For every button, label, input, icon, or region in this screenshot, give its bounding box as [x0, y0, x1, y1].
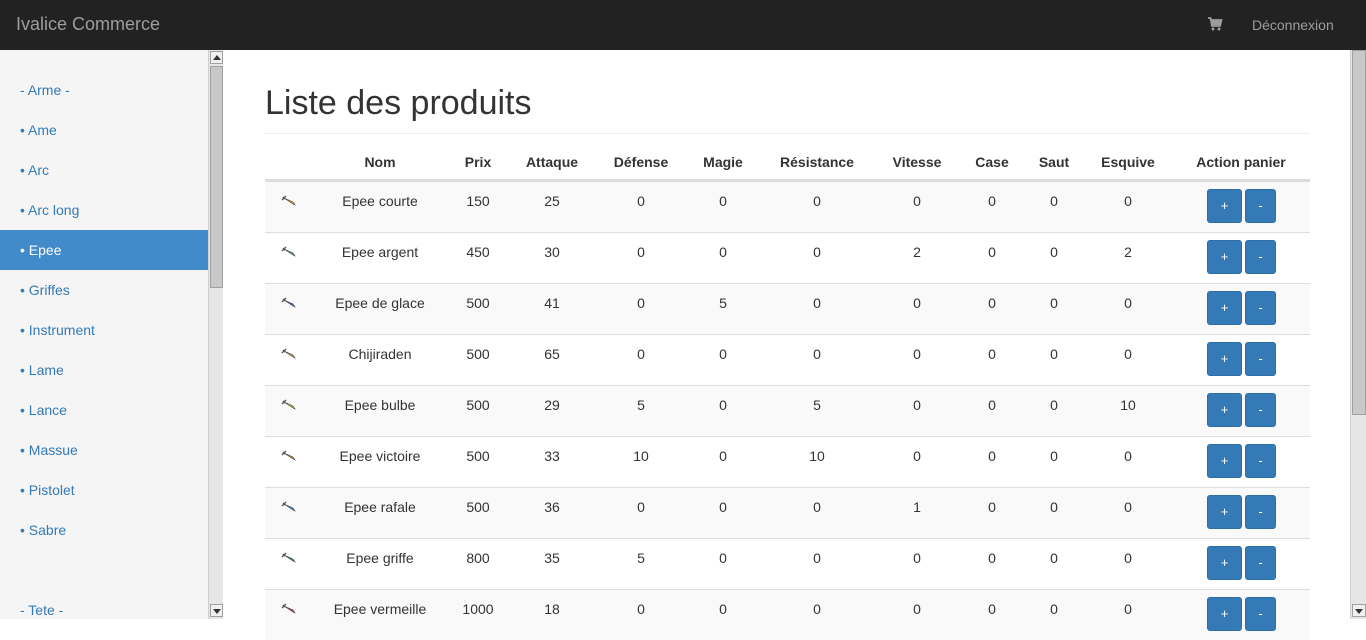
- remove-from-cart-button[interactable]: -: [1245, 342, 1276, 376]
- brand-link[interactable]: Ivalice Commerce: [16, 14, 160, 35]
- page-title: Liste des produits: [265, 84, 532, 122]
- cell-esquive: 0: [1124, 550, 1132, 566]
- sidebar-item-pistolet[interactable]: • Pistolet: [0, 470, 208, 510]
- remove-from-cart-button[interactable]: -: [1245, 495, 1276, 529]
- remove-from-cart-button[interactable]: -: [1245, 597, 1276, 631]
- sword-icon: [281, 399, 296, 410]
- add-to-cart-button[interactable]: +: [1207, 495, 1242, 529]
- sword-icon: [281, 552, 296, 563]
- sword-icon: [281, 297, 296, 308]
- sidebar-item-arc[interactable]: • Arc: [0, 150, 208, 190]
- add-to-cart-button[interactable]: +: [1207, 597, 1242, 631]
- sidebar-item-lance[interactable]: • Lance: [0, 390, 208, 430]
- sword-icon: [281, 603, 296, 614]
- table-row: Epee victoire 500 33 10 0 10 0 0 0 0 + -: [265, 436, 1310, 487]
- sidebar-item-ame[interactable]: • Ame: [0, 110, 208, 150]
- navbar: Ivalice Commerce Déconnexion: [0, 0, 1366, 50]
- remove-from-cart-button[interactable]: -: [1245, 546, 1276, 580]
- table-row: Epee argent 450 30 0 0 0 2 0 0 2 + -: [265, 232, 1310, 283]
- remove-from-cart-button[interactable]: -: [1245, 393, 1276, 427]
- add-to-cart-button[interactable]: +: [1207, 546, 1242, 580]
- add-to-cart-button[interactable]: +: [1207, 291, 1242, 325]
- cell-esquive: 0: [1124, 346, 1132, 362]
- add-to-cart-button[interactable]: +: [1207, 189, 1242, 223]
- table-row: Epee courte 150 25 0 0 0 0 0 0 0 + -: [265, 181, 1310, 232]
- table-row: Epee bulbe 500 29 5 0 5 0 0 0 10 + -: [265, 385, 1310, 436]
- table-row: Chijiraden 500 65 0 0 0 0 0 0 0 + -: [265, 334, 1310, 385]
- add-to-cart-button[interactable]: +: [1207, 444, 1242, 478]
- sidebar-item-griffes[interactable]: • Griffes: [0, 270, 208, 310]
- scroll-up-arrow[interactable]: [210, 51, 223, 64]
- sidebar-item-massue[interactable]: • Massue: [0, 430, 208, 470]
- scroll-down-arrow[interactable]: [210, 604, 223, 617]
- column-header-action-panier: Action panier: [1196, 154, 1286, 170]
- sidebar-item-arme[interactable]: - Arme -: [0, 70, 208, 110]
- column-header-esquive: Esquive: [1101, 154, 1155, 170]
- add-to-cart-button[interactable]: +: [1207, 240, 1242, 274]
- category-sidebar: - Arme - • Ame • Arc • Arc long • Epee • Grif…: [0, 50, 208, 619]
- sidebar-item-tete[interactable]: - Tete -: [0, 590, 208, 619]
- table-row: Epee vermeille 1000 18 0 0 0 0 0 0 0 + -: [265, 589, 1310, 640]
- sidebar-item-arc-long[interactable]: • Arc long: [0, 190, 208, 230]
- sidebar-item-lame[interactable]: • Lame: [0, 350, 208, 390]
- sidebar-item-epee[interactable]: • Epee: [0, 230, 208, 270]
- page-scrollbar[interactable]: [1350, 50, 1366, 619]
- sidebar-scrollbar[interactable]: [208, 50, 223, 619]
- cell-esquive: 0: [1124, 448, 1132, 464]
- sidebar-item-instrument[interactable]: • Instrument: [0, 310, 208, 350]
- cell-esquive: 0: [1124, 601, 1132, 617]
- title-divider: [265, 133, 1310, 134]
- logout-link[interactable]: Déconnexion: [1252, 17, 1334, 33]
- remove-from-cart-button[interactable]: -: [1245, 291, 1276, 325]
- cell-esquive: 2: [1124, 244, 1132, 260]
- cell-esquive: 0: [1124, 295, 1132, 311]
- cart-icon[interactable]: [1207, 16, 1223, 32]
- table-row: Epee rafale 500 36 0 0 0 1 0 0 0 + -: [265, 487, 1310, 538]
- sword-icon: [281, 348, 296, 359]
- cell-esquive: 0: [1124, 499, 1132, 515]
- remove-from-cart-button[interactable]: -: [1245, 240, 1276, 274]
- sidebar-item-sabre[interactable]: • Sabre: [0, 510, 208, 550]
- table-row: Epee de glace 500 41 0 5 0 0 0 0 0 + -: [265, 283, 1310, 334]
- sword-icon: [281, 450, 296, 461]
- scroll-thumb[interactable]: [210, 66, 223, 288]
- remove-from-cart-button[interactable]: -: [1245, 444, 1276, 478]
- table-row: Epee griffe 800 35 5 0 0 0 0 0 0 + -: [265, 538, 1310, 589]
- page-scroll-thumb[interactable]: [1352, 50, 1366, 415]
- add-to-cart-button[interactable]: +: [1207, 393, 1242, 427]
- table-header: Nom Prix Attaque Défense Magie Résistance Vite…: [265, 145, 1310, 181]
- add-to-cart-button[interactable]: +: [1207, 342, 1242, 376]
- remove-from-cart-button[interactable]: -: [1245, 189, 1276, 223]
- sword-icon: [281, 246, 296, 257]
- cell-esquive: 0: [1124, 193, 1132, 209]
- cell-esquive: 10: [1120, 397, 1136, 413]
- sword-icon: [281, 195, 296, 206]
- sword-icon: [281, 501, 296, 512]
- page-scroll-down-arrow[interactable]: [1352, 604, 1366, 617]
